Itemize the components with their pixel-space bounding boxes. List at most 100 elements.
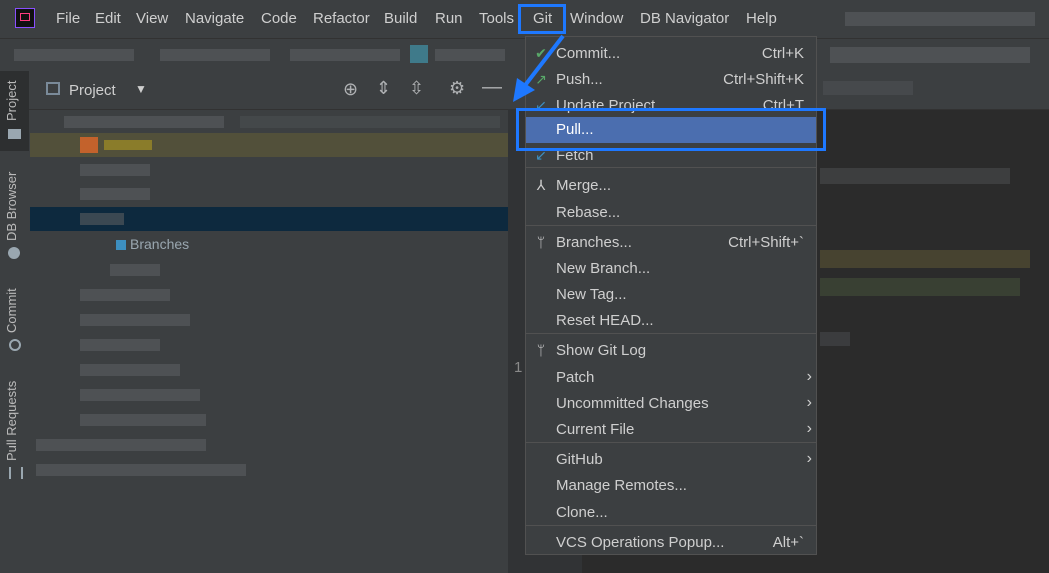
menu-refactor[interactable]: Refactor <box>313 10 370 27</box>
tree-label-blurred <box>110 264 160 276</box>
menu-separator <box>526 225 816 226</box>
git-menu-item-label: New Branch... <box>556 260 651 277</box>
menu-code[interactable]: Code <box>261 10 297 27</box>
menu-build[interactable]: Build <box>384 10 417 27</box>
code-line-blurred <box>820 278 1020 296</box>
git-menu-item-current-file[interactable]: Current File › <box>526 417 816 443</box>
git-menu-item-manage-remotes[interactable]: Manage Remotes... <box>526 473 816 499</box>
menu-edit[interactable]: Edit <box>95 10 121 27</box>
tree-label-blurred <box>36 439 206 451</box>
tree-label-blurred <box>80 414 206 426</box>
branch-icon: ᛘ <box>536 234 546 250</box>
menu-file[interactable]: File <box>56 10 80 27</box>
folder-icon <box>8 129 21 139</box>
breadcrumb-blurred <box>14 49 134 61</box>
menu-separator <box>526 525 816 526</box>
git-menu-item-branches[interactable]: ᛘ Branches... Ctrl+Shift+` <box>526 230 816 256</box>
git-menu-item-vcs-operations-popup[interactable]: VCS Operations Popup... Alt+` <box>526 530 816 556</box>
tree-label-blurred <box>80 164 150 176</box>
tree-label-blurred <box>80 314 190 326</box>
menu-separator <box>526 442 816 443</box>
git-menu-item-label: Reset HEAD... <box>556 312 654 329</box>
git-menu-item-patch[interactable]: Patch › <box>526 365 816 391</box>
tree-row[interactable] <box>30 358 508 382</box>
file-icon <box>410 45 428 63</box>
git-menu-item-label: VCS Operations Popup... <box>556 534 725 551</box>
merge-icon: ⅄ <box>536 177 546 193</box>
git-menu-item-show-git-log[interactable]: ᛘ Show Git Log <box>526 338 816 364</box>
project-panel-header: Project ▼ ⊕ ⇕ ⇳ ⚙ — <box>29 71 508 110</box>
minimize-icon[interactable]: — <box>482 76 502 99</box>
tree-row[interactable] <box>30 458 508 482</box>
tree-row[interactable] <box>30 182 508 206</box>
git-log-icon: ᛘ <box>536 342 546 358</box>
tree-label-blurred <box>36 464 246 476</box>
git-menu-item-merge[interactable]: ⅄ Merge... <box>526 173 816 199</box>
tree-row-selected[interactable] <box>30 207 508 231</box>
folder-icon <box>80 137 98 153</box>
annotation-arrow-icon <box>513 34 565 102</box>
stripe-tab-db-browser[interactable]: DB Browser <box>0 161 29 261</box>
tree-label: Branches <box>130 236 190 252</box>
stripe-tab-label: Project <box>4 80 19 121</box>
menu-navigate[interactable]: Navigate <box>185 10 244 27</box>
git-menu-item-new-branch[interactable]: New Branch... <box>526 256 816 282</box>
tree-label-blurred <box>80 389 200 401</box>
git-menu-item-label: Current File <box>556 421 635 438</box>
run-config-blurred[interactable] <box>830 47 1030 63</box>
tree-row[interactable] <box>30 383 508 407</box>
git-menu-item-reset-head[interactable]: Reset HEAD... <box>526 308 816 334</box>
tree-row[interactable] <box>30 283 508 307</box>
editor-tab-blurred[interactable] <box>823 81 913 95</box>
gear-icon[interactable]: ⚙ <box>449 78 465 99</box>
tree-row[interactable] <box>30 110 508 134</box>
git-menu-item-label: GitHub <box>556 451 603 468</box>
menu-tools[interactable]: Tools <box>479 10 514 27</box>
project-view-icon <box>46 82 60 95</box>
git-menu-item-label: New Tag... <box>556 286 627 303</box>
menu-view[interactable]: View <box>136 10 168 27</box>
chevron-right-icon: › <box>806 450 812 467</box>
chevron-down-icon[interactable]: ▼ <box>135 82 147 96</box>
git-menu-item-clone[interactable]: Clone... <box>526 500 816 526</box>
git-menu-item-uncommitted-changes[interactable]: Uncommitted Changes › <box>526 391 816 417</box>
git-menu-item-rebase[interactable]: Rebase... <box>526 200 816 226</box>
tree-label-blurred <box>80 339 160 351</box>
git-menu-item-shortcut: Ctrl+Shift+` <box>728 234 804 251</box>
menu-separator <box>526 167 816 168</box>
menu-db-navigator[interactable]: DB Navigator <box>640 10 729 27</box>
git-menu-item-github[interactable]: GitHub › <box>526 447 816 473</box>
tree-row[interactable] <box>30 308 508 332</box>
menu-window[interactable]: Window <box>570 10 623 27</box>
git-menu-item-label: Branches... <box>556 234 632 251</box>
git-menu-item-new-tag[interactable]: New Tag... <box>526 282 816 308</box>
tree-row[interactable]: Branches <box>30 233 508 257</box>
stripe-tab-project[interactable]: Project <box>0 71 29 151</box>
database-icon <box>8 247 20 259</box>
collapse-all-icon[interactable]: ⇳ <box>409 78 424 99</box>
expand-all-icon[interactable]: ⇕ <box>376 78 391 99</box>
tree-row[interactable] <box>30 133 508 157</box>
line-number: 1 <box>514 359 523 376</box>
locate-icon[interactable]: ⊕ <box>343 79 358 100</box>
stripe-tab-commit[interactable]: Commit <box>0 281 29 351</box>
tree-row[interactable] <box>30 433 508 457</box>
tree-label-blurred <box>80 289 170 301</box>
tree-row[interactable] <box>30 258 508 282</box>
chevron-right-icon: › <box>806 420 812 437</box>
git-menu-item-label: Clone... <box>556 504 608 521</box>
commit-icon <box>9 339 21 351</box>
tree-label-blurred <box>80 364 180 376</box>
branch-icon <box>116 240 126 250</box>
breadcrumb-blurred <box>435 49 505 61</box>
tree-row[interactable] <box>30 408 508 432</box>
panel-title[interactable]: Project <box>69 82 116 99</box>
menu-help[interactable]: Help <box>746 10 777 27</box>
tool-window-stripe: Project DB Browser Commit Pull Requests <box>0 71 30 573</box>
git-menu-item-label: Manage Remotes... <box>556 477 687 494</box>
tree-row[interactable] <box>30 333 508 357</box>
menu-run[interactable]: Run <box>435 10 463 27</box>
stripe-tab-pull-requests[interactable]: Pull Requests <box>0 371 29 481</box>
git-menu-item-label: Patch <box>556 369 595 386</box>
tree-row[interactable] <box>30 158 508 182</box>
